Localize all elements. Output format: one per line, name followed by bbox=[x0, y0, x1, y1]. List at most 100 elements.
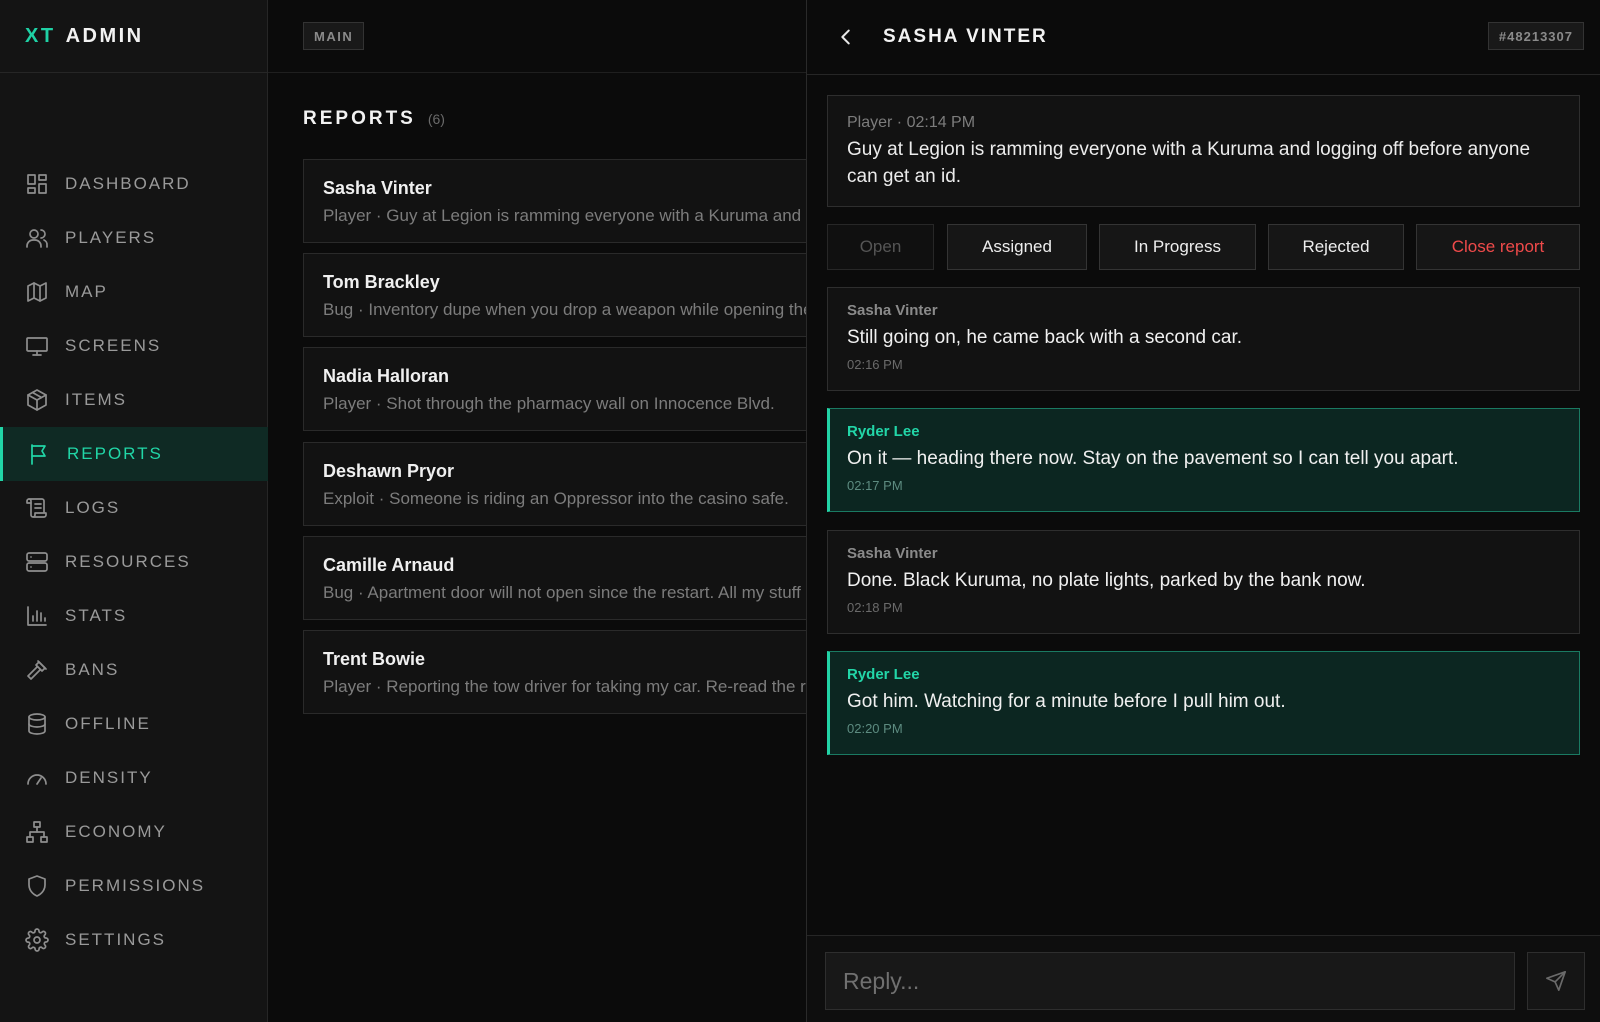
bar-chart-icon bbox=[27, 606, 47, 626]
sidebar-item-map[interactable]: MAP bbox=[0, 265, 268, 319]
report-card[interactable]: Sasha Vinter Player · Guy at Legion is r… bbox=[303, 159, 806, 243]
message-time: 02:16 PM bbox=[847, 357, 903, 372]
report-preview: Exploit · Someone is riding an Oppressor… bbox=[323, 489, 789, 508]
sidebar-item-label: DASHBOARD bbox=[65, 174, 191, 193]
message-text: Got him. Watching for a minute before I … bbox=[847, 691, 1286, 712]
brand-prefix: XT bbox=[25, 24, 56, 47]
sidebar-item-label: LOGS bbox=[65, 498, 121, 517]
report-card[interactable]: Tom Brackley Bug · Inventory dupe when y… bbox=[303, 253, 806, 337]
gauge-icon bbox=[27, 774, 47, 785]
message-text: Done. Black Kuruma, no plate lights, par… bbox=[847, 570, 1366, 591]
reply-input[interactable] bbox=[825, 952, 1515, 1010]
brand-name: ADMIN bbox=[65, 24, 144, 47]
report-preview: Player · Guy at Legion is ramming everyo… bbox=[323, 206, 806, 225]
message-time: 02:18 PM bbox=[847, 600, 903, 615]
report-preview: Bug · Apartment door will not open since… bbox=[323, 583, 806, 602]
sidebar-item-reports[interactable]: REPORTS bbox=[0, 427, 268, 481]
sidebar-item-logs[interactable]: LOGS bbox=[0, 481, 268, 535]
hierarchy-icon bbox=[26, 821, 48, 843]
report-id-badge: #48213307 bbox=[1487, 22, 1584, 50]
monitor-icon bbox=[26, 337, 48, 356]
sidebar-item-offline[interactable]: OFFLINE bbox=[0, 697, 268, 751]
send-icon bbox=[1546, 971, 1566, 991]
sidebar-item-stats[interactable]: STATS bbox=[0, 589, 268, 643]
message-text: On it — heading there now. Stay on the p… bbox=[847, 448, 1459, 469]
report-card[interactable]: Deshawn Pryor Exploit · Someone is ridin… bbox=[303, 442, 806, 526]
report-card[interactable]: Trent Bowie Player · Reporting the tow d… bbox=[303, 630, 806, 714]
database-icon bbox=[28, 713, 46, 735]
back-button[interactable] bbox=[835, 26, 857, 48]
sidebar-item-label: PLAYERS bbox=[65, 228, 157, 247]
sidebar-item-label: REPORTS bbox=[67, 444, 163, 463]
sidebar: XT ADMIN DASHBOARD PLAYERS MAP SCREENS I… bbox=[0, 0, 268, 1022]
box-icon bbox=[27, 389, 47, 411]
report-preview: Player · Reporting the tow driver for ta… bbox=[323, 677, 806, 696]
map-icon bbox=[27, 282, 47, 302]
hammer-icon bbox=[27, 660, 47, 680]
report-name: Trent Bowie bbox=[323, 649, 426, 669]
sidebar-item-density[interactable]: DENSITY bbox=[0, 751, 268, 805]
reports-count: (6) bbox=[427, 111, 445, 127]
close-report-button[interactable]: Close report bbox=[1416, 224, 1580, 270]
sidebar-item-label: SCREENS bbox=[65, 336, 162, 355]
gear-icon bbox=[25, 928, 49, 952]
sidebar-item-label: DENSITY bbox=[65, 768, 153, 787]
status-rejected-button[interactable]: Rejected bbox=[1268, 224, 1404, 270]
sidebar-item-label: STATS bbox=[65, 606, 128, 625]
status-open-button[interactable]: Open bbox=[827, 224, 934, 270]
flag-icon bbox=[31, 444, 46, 465]
sidebar-item-label: ECONOMY bbox=[65, 822, 167, 841]
reply-bar bbox=[807, 935, 1600, 1022]
detail-title: SASHA VINTER bbox=[883, 26, 1048, 47]
sidebar-item-label: SETTINGS bbox=[65, 930, 167, 949]
detail-header: SASHA VINTER #48213307 bbox=[807, 0, 1600, 75]
send-button[interactable] bbox=[1527, 952, 1585, 1010]
status-in-progress-button[interactable]: In Progress bbox=[1099, 224, 1256, 270]
message-time: 02:17 PM bbox=[847, 478, 903, 493]
scroll-icon bbox=[26, 498, 47, 518]
page-title: REPORTS bbox=[303, 108, 416, 129]
sidebar-item-economy[interactable]: ECONOMY bbox=[0, 805, 268, 859]
report-detail-panel: SASHA VINTER #48213307 Player · 02:14 PM… bbox=[806, 0, 1600, 1022]
sidebar-item-dashboard[interactable]: DASHBOARD bbox=[0, 157, 268, 211]
shield-icon bbox=[28, 875, 46, 897]
brand-logo: XT ADMIN bbox=[0, 0, 267, 73]
sidebar-item-label: PERMISSIONS bbox=[65, 876, 206, 895]
message-author: Ryder Lee bbox=[847, 666, 920, 683]
original-report-text: Guy at Legion is ramming everyone with a… bbox=[847, 139, 1531, 187]
sidebar-item-label: BANS bbox=[65, 660, 120, 679]
original-report-meta: Player · 02:14 PM bbox=[847, 114, 976, 131]
report-name: Nadia Halloran bbox=[323, 366, 450, 386]
message-time: 02:20 PM bbox=[847, 721, 903, 736]
status-assigned-button[interactable]: Assigned bbox=[947, 224, 1087, 270]
grid-icon bbox=[27, 174, 47, 194]
chevron-left-icon bbox=[841, 29, 850, 45]
sidebar-item-bans[interactable]: BANS bbox=[0, 643, 268, 697]
sidebar-item-items[interactable]: ITEMS bbox=[0, 373, 268, 427]
report-name: Tom Brackley bbox=[323, 272, 440, 292]
reports-heading: REPORTS (6) bbox=[303, 108, 445, 130]
sidebar-item-screens[interactable]: SCREENS bbox=[0, 319, 268, 373]
report-preview: Bug · Inventory dupe when you drop a wea… bbox=[323, 300, 806, 319]
message: Sasha Vinter Still going on, he came bac… bbox=[827, 287, 1580, 391]
sidebar-item-players[interactable]: PLAYERS bbox=[0, 211, 268, 265]
sidebar-item-label: MAP bbox=[65, 282, 108, 301]
staff-message: Ryder Lee On it — heading there now. Sta… bbox=[827, 408, 1580, 512]
sidebar-item-label: RESOURCES bbox=[65, 552, 191, 571]
sidebar-item-permissions[interactable]: PERMISSIONS bbox=[0, 859, 268, 913]
sidebar-item-settings[interactable]: SETTINGS bbox=[0, 913, 268, 967]
breadcrumb[interactable]: MAIN bbox=[303, 22, 365, 50]
message-text: Still going on, he came back with a seco… bbox=[847, 327, 1243, 348]
sidebar-item-resources[interactable]: RESOURCES bbox=[0, 535, 268, 589]
report-name: Sasha Vinter bbox=[323, 178, 432, 198]
staff-message: Ryder Lee Got him. Watching for a minute… bbox=[827, 651, 1580, 755]
users-icon bbox=[26, 229, 48, 248]
original-report: Player · 02:14 PM Guy at Legion is rammi… bbox=[827, 95, 1580, 207]
topbar: MAIN bbox=[268, 0, 806, 73]
report-name: Deshawn Pryor bbox=[323, 461, 455, 481]
message-author: Ryder Lee bbox=[847, 423, 920, 440]
message: Sasha Vinter Done. Black Kuruma, no plat… bbox=[827, 530, 1580, 634]
report-card[interactable]: Nadia Halloran Player · Shot through the… bbox=[303, 347, 806, 431]
sidebar-item-label: ITEMS bbox=[65, 390, 127, 409]
report-card[interactable]: Camille Arnaud Bug · Apartment door will… bbox=[303, 536, 806, 620]
